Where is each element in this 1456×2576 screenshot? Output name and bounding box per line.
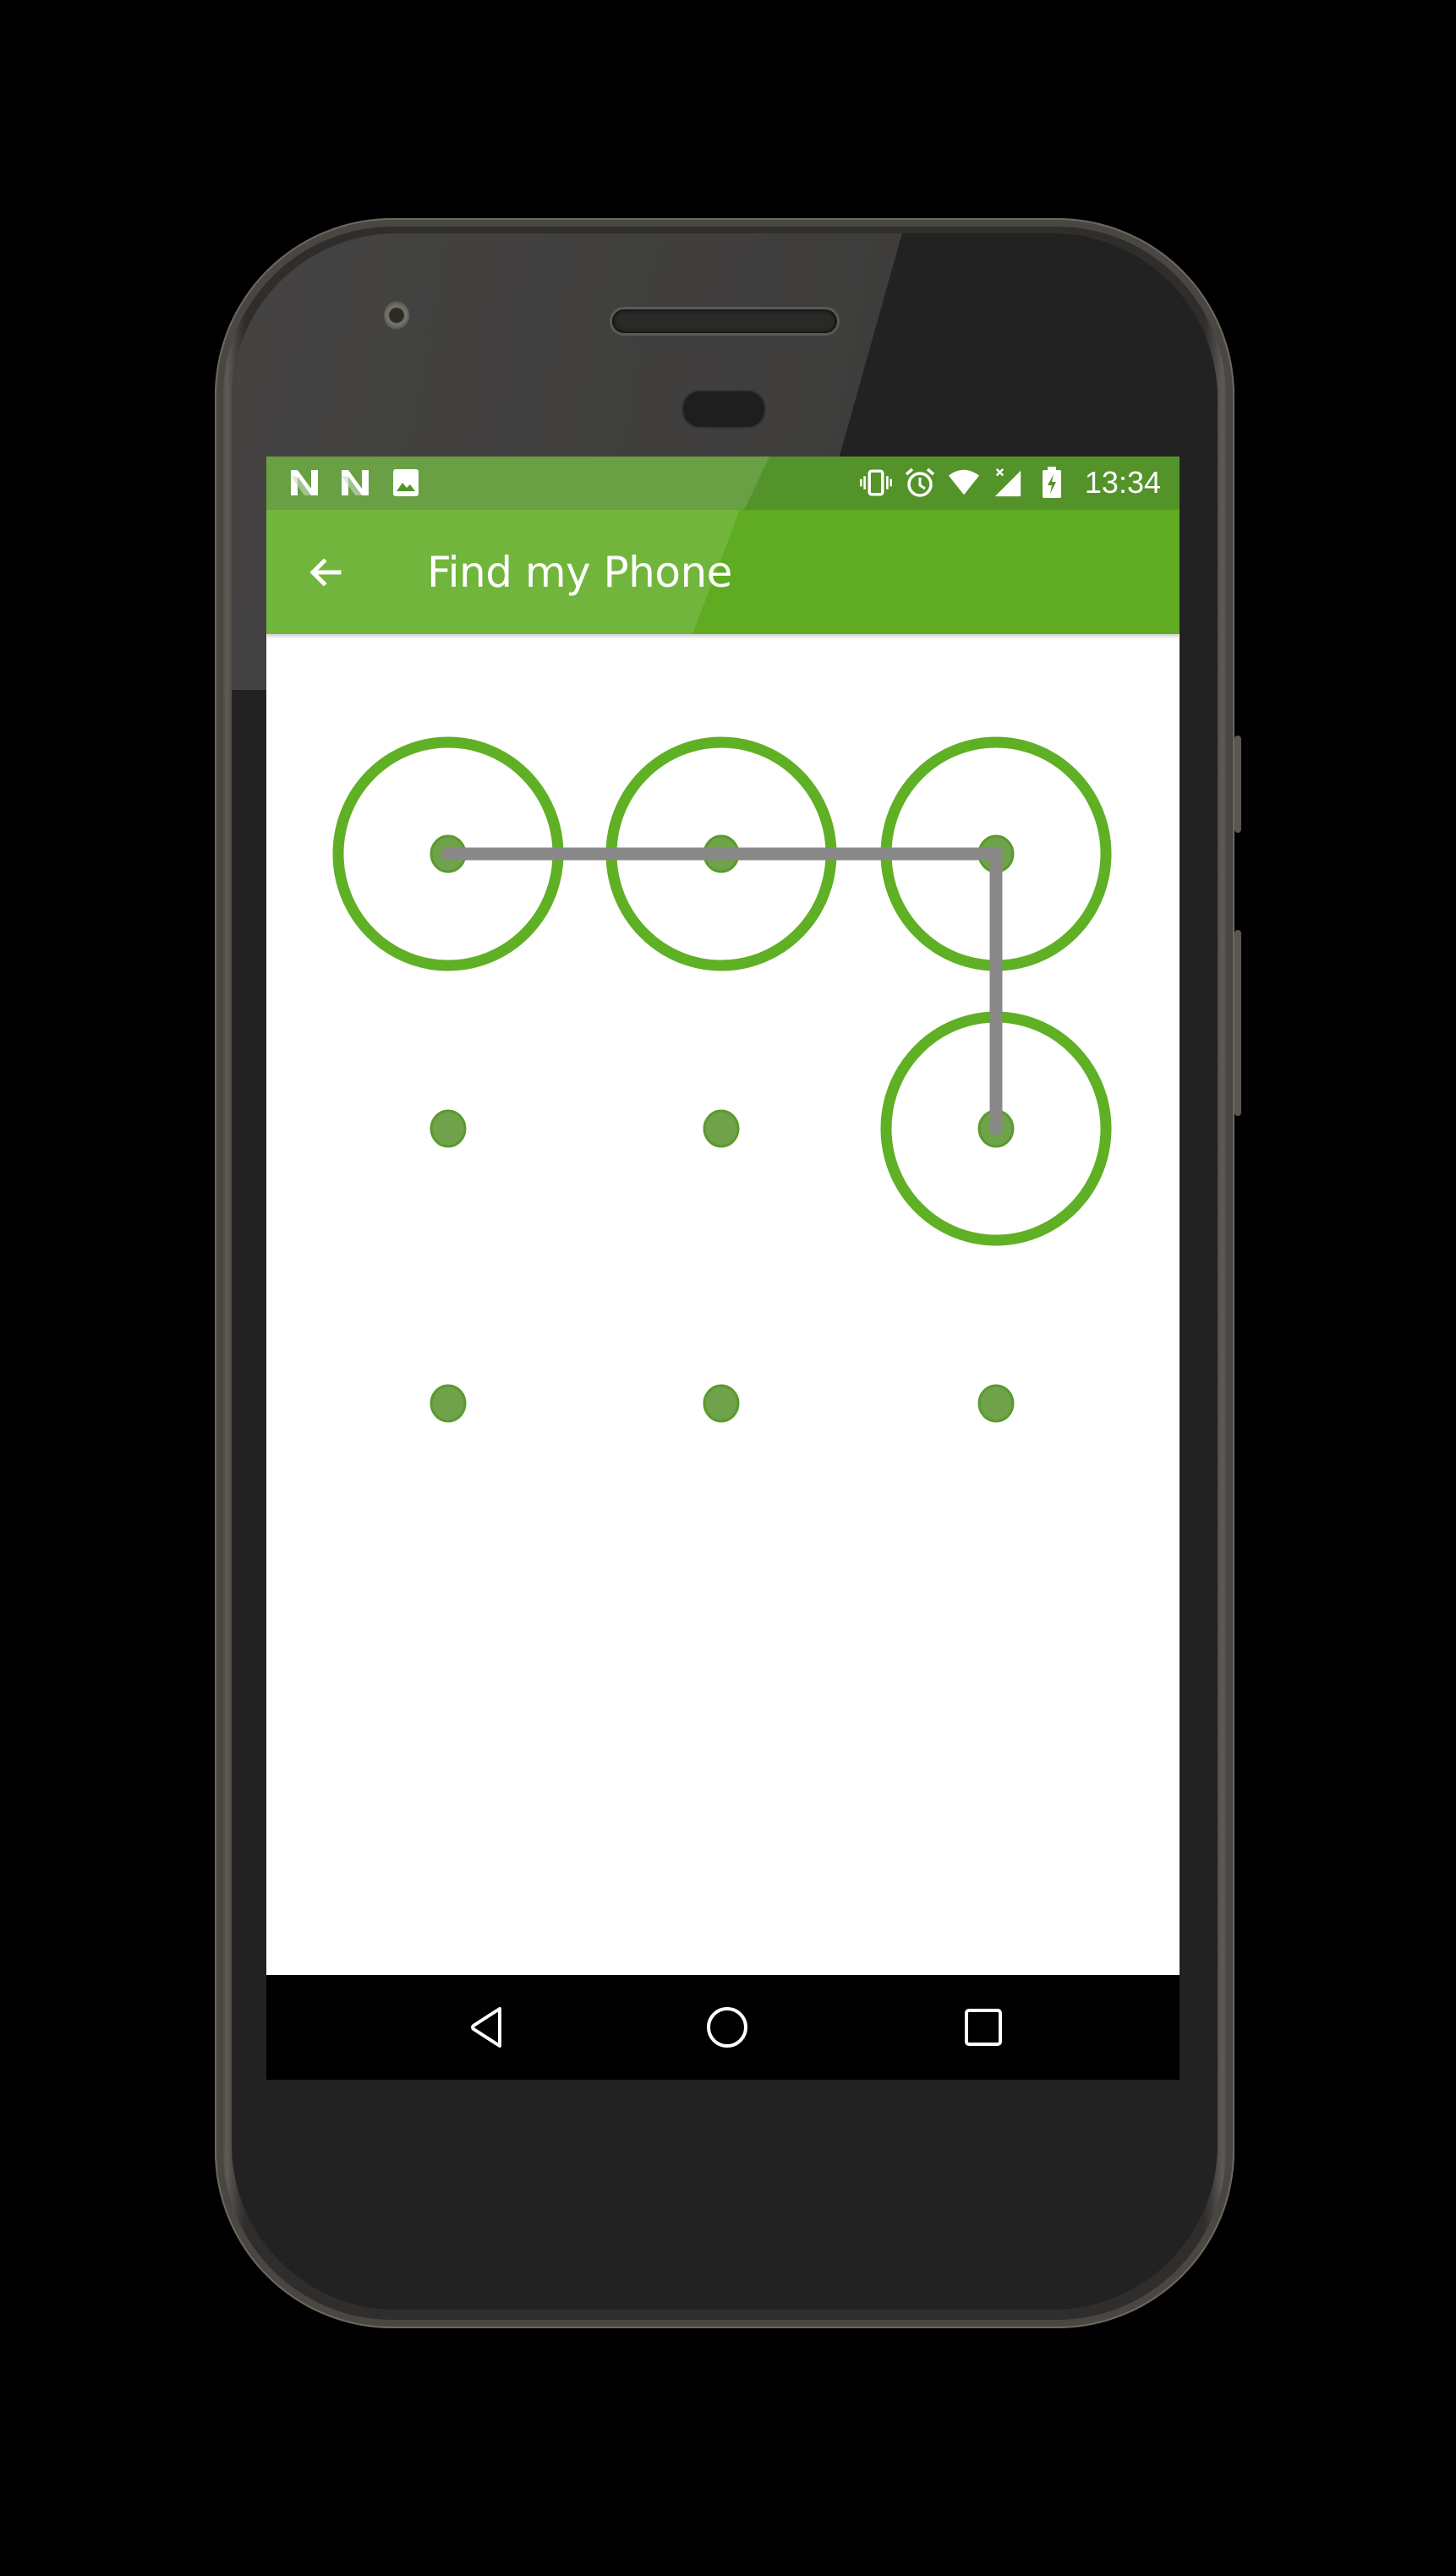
pattern-node-dot[interactable]	[703, 1384, 740, 1423]
pattern-node-dot[interactable]	[430, 1109, 467, 1148]
nav-back-button[interactable]	[463, 2002, 513, 2053]
nav-recents-button[interactable]	[958, 2002, 1009, 2053]
square-recents-icon	[965, 2009, 1002, 2046]
n-notification-icon	[339, 467, 371, 499]
screen: 13:34 Find my Phone	[266, 457, 1180, 2080]
battery-charging-icon	[1036, 467, 1068, 499]
earpiece-speaker	[612, 309, 837, 333]
power-button[interactable]	[1234, 736, 1241, 833]
vibrate-icon	[859, 467, 892, 499]
pattern-lock[interactable]	[266, 634, 1180, 1872]
volume-button[interactable]	[1234, 930, 1241, 1116]
signal-no-data-icon	[992, 467, 1024, 499]
back-button[interactable]	[300, 547, 351, 598]
pattern-node-dot[interactable]	[703, 1109, 740, 1148]
pattern-node-dot[interactable]	[977, 1384, 1015, 1423]
front-camera	[384, 301, 409, 330]
page-title: Find my Phone	[427, 548, 732, 597]
status-clock: 13:34	[1084, 465, 1161, 500]
proximity-sensor	[683, 391, 764, 427]
navigation-bar	[266, 1975, 1180, 2080]
status-bar: 13:34	[266, 457, 1180, 510]
arrow-left-icon	[309, 558, 342, 587]
circle-home-icon	[707, 2007, 747, 2048]
alarm-icon	[904, 467, 936, 499]
pattern-node-dot[interactable]	[430, 1384, 467, 1423]
app-bar: Find my Phone	[266, 510, 1180, 634]
pattern-path-line	[441, 847, 1003, 1135]
n-notification-icon	[288, 467, 320, 499]
image-notification-icon	[390, 467, 422, 499]
triangle-back-icon	[471, 2007, 501, 2048]
wifi-icon	[948, 467, 980, 499]
nav-home-button[interactable]	[702, 2002, 753, 2053]
